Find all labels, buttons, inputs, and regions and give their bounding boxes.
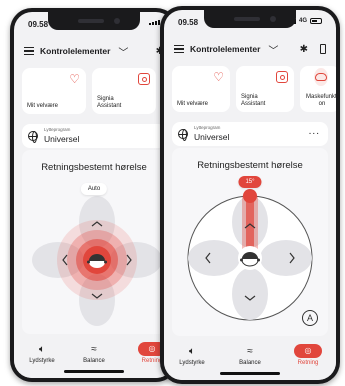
nav-balance-label: Balance [239, 360, 261, 366]
front-phone: 09.58 4G Kontrolelementer ﹀ ✱ ♡ Mit velv… [160, 6, 340, 384]
chevron-down-icon[interactable]: ﹀ [118, 44, 128, 59]
angle-pill: 15° [238, 176, 262, 188]
chevron-down-icon[interactable]: ﹀ [268, 42, 278, 57]
bluetooth-icon[interactable]: ✱ [300, 44, 308, 55]
program-name: Universel [194, 132, 230, 142]
globe-icon [178, 129, 188, 141]
back-phone: 09.58 Kontrolelementer ﹀ ✱ ♡ Mit velvære… [10, 8, 178, 382]
program-selector[interactable]: Lytteprogram Universel [22, 124, 166, 148]
tile-label: Signia Assistant [241, 94, 266, 107]
program-caption: Lytteprogram [194, 125, 221, 130]
menu-icon[interactable] [174, 45, 184, 53]
menu-icon[interactable] [24, 47, 34, 55]
more-options-icon[interactable]: ... [309, 126, 320, 137]
back-phone-screen: 09.58 Kontrolelementer ﹀ ✱ ♡ Mit velvære… [14, 12, 174, 378]
status-time: 09.58 [178, 18, 199, 27]
nav-volume-label: Lydstyrke [179, 360, 205, 366]
assistant-icon [276, 71, 288, 83]
home-indicator [64, 370, 124, 373]
top-bar: Kontrolelementer ﹀ ✱ [174, 40, 326, 58]
beam-handle[interactable] [243, 189, 257, 203]
assistant-icon [138, 73, 150, 85]
nav-balance-label: Balance [83, 358, 105, 364]
direction-icon: ◎ [294, 344, 322, 358]
heart-icon: ♡ [69, 72, 80, 86]
status-icons [149, 20, 160, 25]
tile-assistant[interactable]: Signia Assistant [92, 68, 156, 114]
program-caption: Lytteprogram [44, 127, 71, 132]
head-icon [238, 246, 262, 270]
nav-volume[interactable]: 🔈︎ Lydstyrke [172, 346, 212, 366]
front-phone-screen: 09.58 4G Kontrolelementer ﹀ ✱ ♡ Mit velv… [164, 10, 336, 380]
balance-icon: ≈ [91, 344, 97, 355]
globe-icon [28, 131, 38, 143]
quick-tiles: ♡ Mit velvære Signia Assistant Maskefunk… [172, 66, 336, 112]
auto-button[interactable]: A [302, 310, 318, 326]
nav-balance[interactable]: ≈ Balance [230, 346, 270, 366]
notch [204, 10, 296, 28]
status-time: 09.58 [28, 20, 49, 29]
bottom-nav: 🔈︎ Lydstyrke ≈ Balance ◎ Retning [164, 336, 336, 380]
quick-tiles: ♡ Mit velvære Signia Assistant Maskefunk… [22, 68, 174, 114]
balance-icon: ≈ [247, 346, 253, 357]
notch [48, 12, 140, 30]
tile-label: Signia Assistant [97, 96, 122, 109]
page-title[interactable]: Kontrolelementer [40, 46, 110, 56]
nav-volume-label: Lydstyrke [29, 358, 55, 364]
nav-direction[interactable]: ◎ Retning [288, 344, 328, 366]
directional-panel: Retningsbestemt hørelse [22, 150, 166, 334]
tile-label: Mit velvære [27, 103, 59, 109]
program-selector[interactable]: Lytteprogram Universel ... [172, 122, 328, 146]
nav-direction-label: Retning [297, 360, 319, 366]
hearing-aid-icon[interactable] [320, 44, 326, 54]
network-label: 4G [298, 18, 307, 24]
tile-label: Maskefunktion [305, 94, 336, 107]
heart-icon: ♡ [213, 70, 224, 84]
battery-icon [310, 18, 322, 24]
nav-volume[interactable]: 🔈︎ Lydstyrke [22, 344, 62, 364]
tile-wellbeing[interactable]: ♡ Mit velvære [22, 68, 86, 114]
page-title[interactable]: Kontrolelementer [190, 44, 260, 54]
tile-wellbeing[interactable]: ♡ Mit velvære [172, 66, 230, 112]
program-name: Universel [44, 134, 80, 144]
nav-balance[interactable]: ≈ Balance [74, 344, 114, 364]
direction-wheel[interactable] [22, 150, 166, 334]
home-indicator [220, 372, 280, 375]
top-bar: Kontrolelementer ﹀ ✱ [24, 42, 164, 60]
speaker-icon: 🔈︎ [189, 346, 195, 357]
mode-pill[interactable]: Auto [80, 183, 108, 195]
speaker-icon: 🔈︎ [39, 344, 45, 355]
tile-assistant[interactable]: Signia Assistant [236, 66, 294, 112]
directional-panel: Retningsbestemt hørelse [172, 148, 328, 336]
mask-icon [314, 68, 328, 86]
bottom-nav: 🔈︎ Lydstyrke ≈ Balance ◎ Retning [14, 334, 174, 378]
signal-icon [149, 20, 160, 25]
tile-mask[interactable]: Maskefunktion [300, 66, 336, 112]
tile-label: Mit velvære [177, 101, 209, 107]
